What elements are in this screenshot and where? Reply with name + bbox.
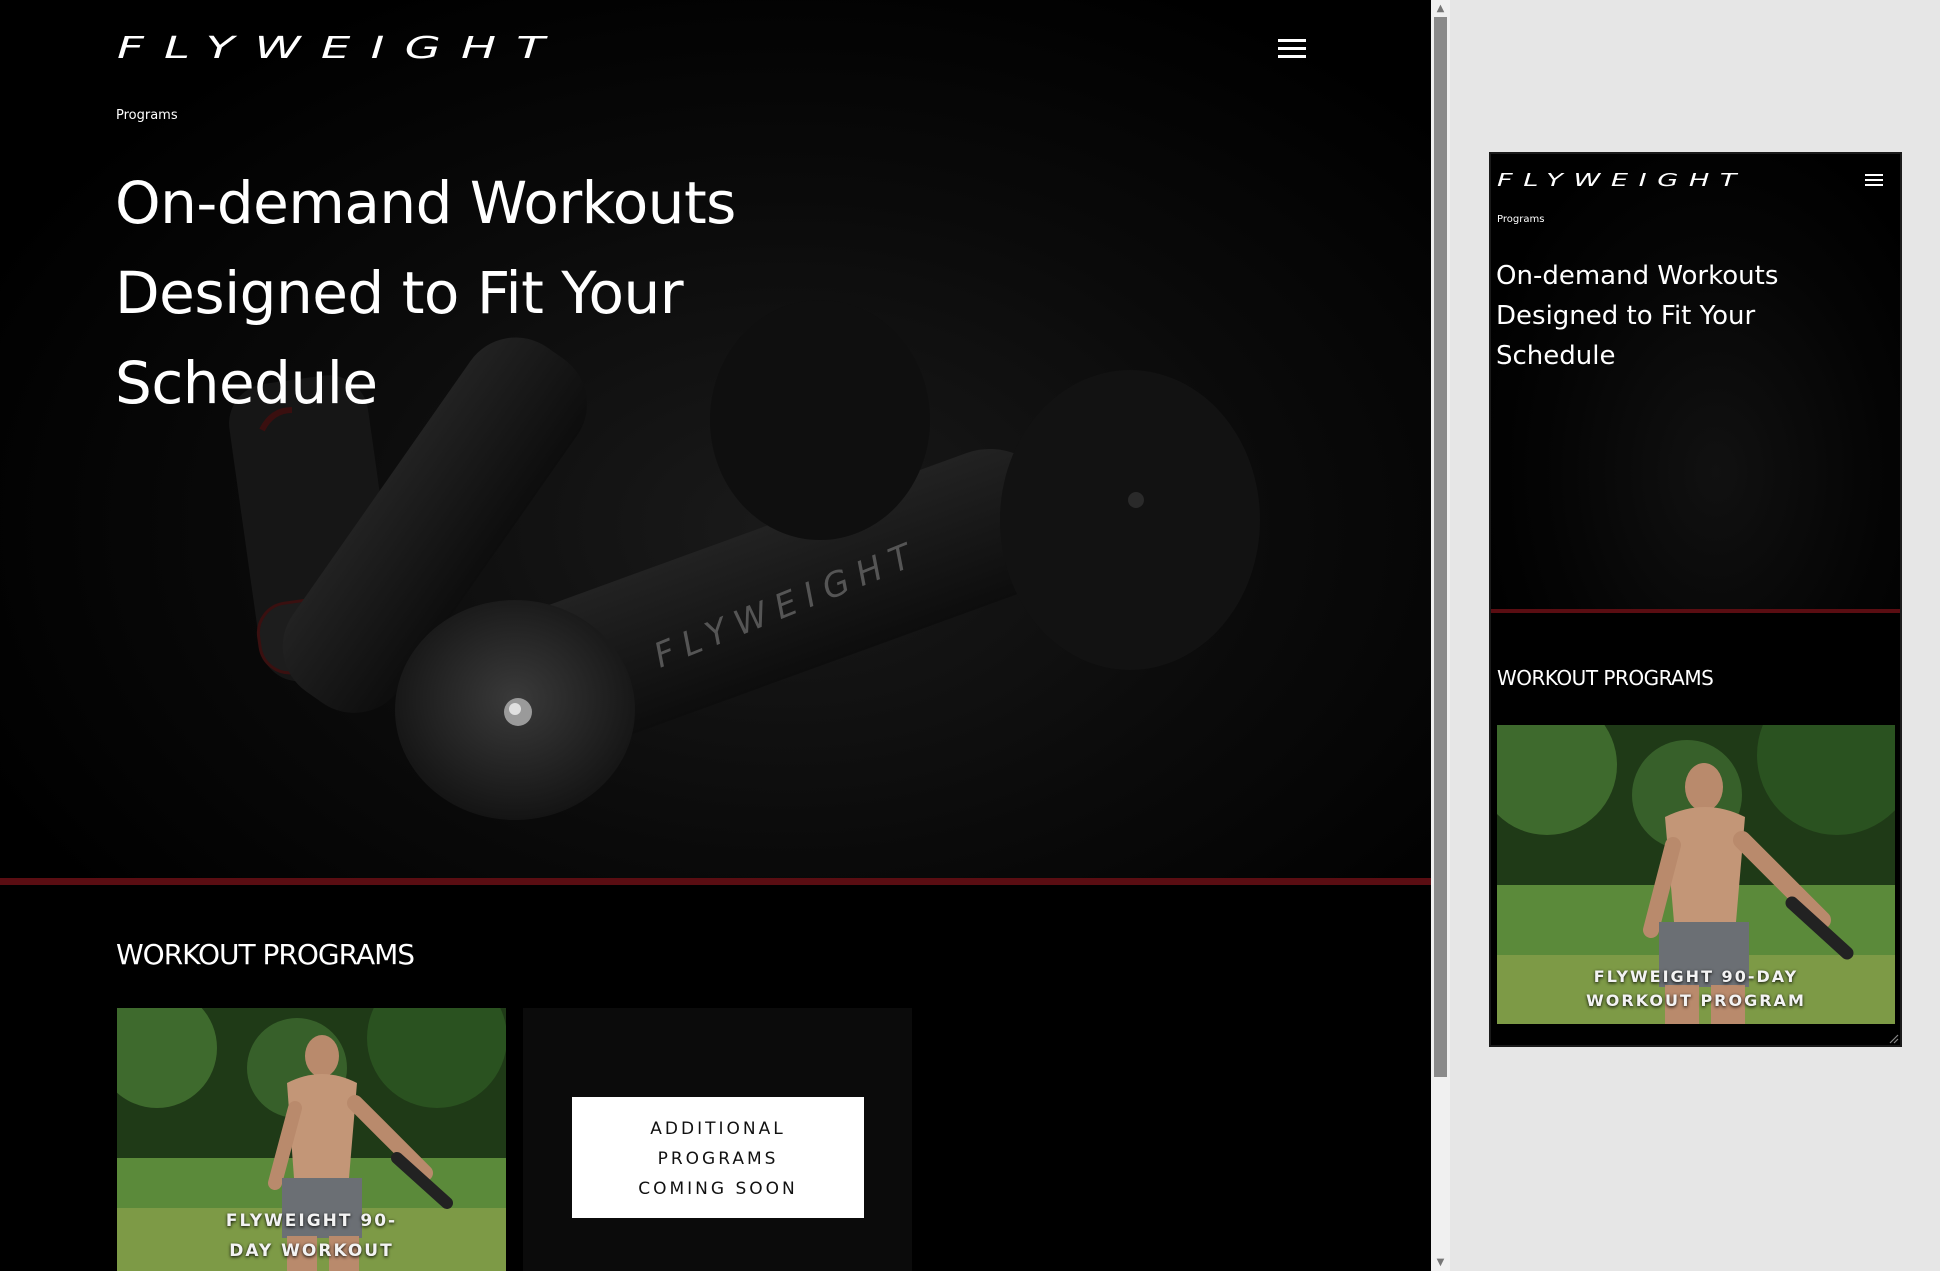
workout-programs-heading: WORKOUT PROGRAMS bbox=[116, 938, 415, 971]
mobile-program-caption-line-2: WORKOUT PROGRAM bbox=[1586, 991, 1806, 1010]
mobile-logo-text: FLYWEIGHT bbox=[1497, 170, 1747, 188]
page-title-line-1: On-demand Workouts bbox=[115, 169, 736, 237]
breadcrumb[interactable]: Programs bbox=[116, 108, 178, 123]
resize-grip-icon[interactable] bbox=[1887, 1032, 1899, 1044]
program-card-90-day[interactable]: FLYWEIGHT 90- DAY WORKOUT bbox=[117, 1008, 506, 1271]
vertical-scrollbar[interactable]: ▲ ▼ bbox=[1431, 0, 1450, 1271]
page-title-line-2: Designed to Fit Your bbox=[115, 259, 684, 327]
mobile-hero-section: FLYWEIGHT Programs On-demand Workouts De… bbox=[1491, 154, 1900, 609]
hero-section: FLYWEIGHT FLYWEIGHT Programs On-demand W… bbox=[0, 0, 1431, 878]
program-caption-line-1: FLYWEIGHT 90- bbox=[225, 1211, 398, 1231]
mobile-program-caption-line-1: FLYWEIGHT 90-DAY bbox=[1593, 967, 1799, 986]
hero-device-image: FLYWEIGHT bbox=[229, 300, 1260, 820]
hamburger-menu-icon[interactable] bbox=[1278, 39, 1306, 59]
mobile-section-divider bbox=[1491, 609, 1900, 613]
mobile-page-title: On-demand Workouts Designed to Fit Your … bbox=[1496, 256, 1778, 376]
program-caption-line-2: DAY WORKOUT bbox=[229, 1241, 394, 1261]
coming-soon-box: ADDITIONAL PROGRAMS COMING SOON bbox=[572, 1097, 864, 1218]
mobile-preview: FLYWEIGHT Programs On-demand Workouts De… bbox=[1489, 152, 1902, 1047]
mobile-brand-logo[interactable]: FLYWEIGHT bbox=[1497, 170, 1749, 188]
program-card-caption: FLYWEIGHT 90- DAY WORKOUT bbox=[117, 1206, 506, 1266]
scroll-up-arrow-icon[interactable]: ▲ bbox=[1431, 0, 1450, 17]
mobile-breadcrumb[interactable]: Programs bbox=[1497, 214, 1544, 225]
logo-text: FLYWEIGHT bbox=[117, 34, 565, 62]
desktop-viewport: FLYWEIGHT FLYWEIGHT Programs On-demand W… bbox=[0, 0, 1450, 1271]
mobile-program-card-caption: FLYWEIGHT 90-DAY WORKOUT PROGRAM bbox=[1497, 965, 1895, 1013]
scrollbar-thumb[interactable] bbox=[1434, 17, 1447, 1077]
page-content: FLYWEIGHT FLYWEIGHT Programs On-demand W… bbox=[0, 0, 1431, 1271]
page-title-line-3: Schedule bbox=[115, 349, 378, 417]
coming-soon-line-1: ADDITIONAL bbox=[650, 1119, 786, 1139]
mobile-program-card-90-day[interactable]: FLYWEIGHT 90-DAY WORKOUT PROGRAM bbox=[1497, 725, 1895, 1024]
mobile-hamburger-menu-icon[interactable] bbox=[1865, 174, 1883, 187]
page-title: On-demand Workouts Designed to Fit Your … bbox=[115, 158, 736, 428]
mobile-title-line-3: Schedule bbox=[1496, 341, 1616, 371]
mobile-workout-programs-heading: WORKOUT PROGRAMS bbox=[1497, 666, 1714, 690]
brand-logo[interactable]: FLYWEIGHT bbox=[117, 34, 567, 62]
coming-soon-line-2: PROGRAMS bbox=[657, 1149, 779, 1169]
mobile-title-line-2: Designed to Fit Your bbox=[1496, 301, 1756, 331]
coming-soon-card: ADDITIONAL PROGRAMS COMING SOON bbox=[523, 1008, 912, 1271]
section-divider bbox=[0, 878, 1431, 885]
mobile-title-line-1: On-demand Workouts bbox=[1496, 261, 1779, 291]
scroll-down-arrow-icon[interactable]: ▼ bbox=[1431, 1254, 1450, 1271]
coming-soon-line-3: COMING SOON bbox=[638, 1179, 798, 1199]
